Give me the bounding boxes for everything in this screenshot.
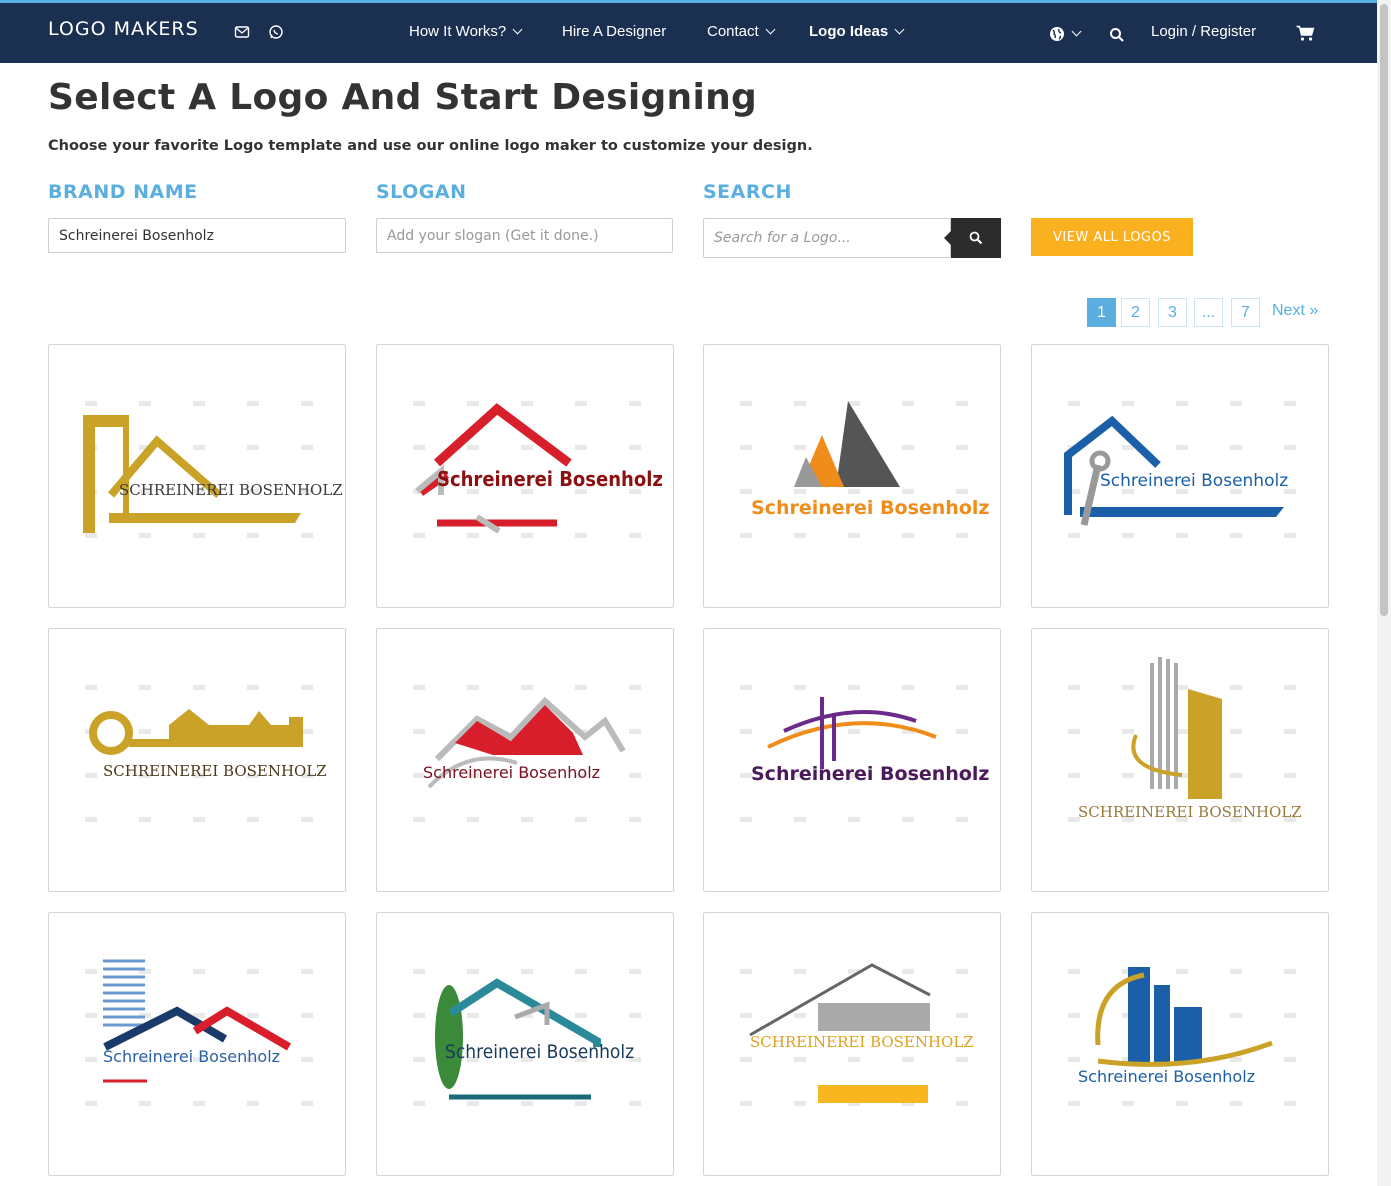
page-scrollbar[interactable] bbox=[1377, 0, 1391, 1186]
logo-brand-text: Schreinerei Bosenholz bbox=[1078, 1067, 1256, 1086]
logo-card[interactable]: Schreinerei Bosenholz bbox=[703, 628, 1001, 892]
logo-brand-text: Schreinerei Bosenholz bbox=[103, 1047, 281, 1066]
logo-card[interactable]: Schreinerei Bosenholz bbox=[1031, 912, 1329, 1176]
logo-card[interactable]: Schreinerei Bosenholz bbox=[376, 912, 674, 1176]
geometric-triangle-logo-art bbox=[794, 401, 900, 487]
chevron-down-icon bbox=[512, 24, 523, 35]
chevron-down-icon bbox=[894, 24, 905, 35]
slogan-input[interactable] bbox=[376, 218, 673, 253]
blue-skyline-logo-art bbox=[1095, 967, 1273, 1067]
nav-label: How It Works? bbox=[409, 23, 507, 40]
logo-search-input[interactable] bbox=[703, 218, 951, 258]
logo-card[interactable]: SCHREINEREI BOSENHOLZ bbox=[1031, 628, 1329, 892]
site-logo[interactable]: LOGO MAKERS bbox=[48, 18, 199, 40]
brand-name-input[interactable] bbox=[48, 218, 346, 253]
language-selector[interactable] bbox=[1049, 25, 1082, 42]
page-title: Select A Logo And Start Designing bbox=[48, 77, 758, 118]
logo-card[interactable]: Schreinerei Bosenholz bbox=[703, 344, 1001, 608]
cart-icon[interactable] bbox=[1296, 25, 1315, 42]
logo-card[interactable]: Schreinerei Bosenholz bbox=[1031, 344, 1329, 608]
view-all-logos-button[interactable]: VIEW ALL LOGOS bbox=[1031, 218, 1193, 256]
search-icon bbox=[969, 231, 983, 245]
logo-brand-text: Schreinerei Bosenholz bbox=[423, 763, 601, 782]
chevron-down-icon bbox=[765, 24, 776, 35]
gold-key-logo-art bbox=[89, 709, 303, 755]
logo-brand-text: Schreinerei Bosenholz bbox=[751, 763, 990, 785]
logo-card[interactable]: Schreinerei Bosenholz bbox=[376, 344, 674, 608]
brand-name-label: BRAND NAME bbox=[48, 181, 198, 203]
logo-brand-text: Schreinerei Bosenholz bbox=[751, 497, 990, 519]
logo-brand-text: SCHREINEREI BOSENHOLZ bbox=[750, 1033, 974, 1051]
logo-card[interactable]: SCHREINEREI BOSENHOLZ bbox=[48, 628, 346, 892]
next-page-link[interactable]: Next » bbox=[1272, 302, 1318, 320]
logo-brand-text: Schreinerei Bosenholz bbox=[445, 1041, 635, 1063]
double-roof-logo-art bbox=[103, 959, 292, 1083]
tower-building-logo-art bbox=[1131, 657, 1222, 799]
page-button-7[interactable]: 7 bbox=[1231, 298, 1260, 327]
logo-card[interactable]: SCHREINEREI BOSENHOLZ bbox=[703, 912, 1001, 1176]
red-roofs-logo-art bbox=[427, 696, 626, 789]
whatsapp-icon[interactable] bbox=[268, 24, 284, 40]
logo-card[interactable]: Schreinerei Bosenholz bbox=[376, 628, 674, 892]
login-register-link[interactable]: Login / Register bbox=[1151, 23, 1256, 40]
swoosh-lines-logo-art bbox=[767, 697, 937, 769]
page-button-1[interactable]: 1 bbox=[1087, 298, 1116, 327]
logo-brand-text: SCHREINEREI BOSENHOLZ bbox=[119, 481, 343, 499]
logo-brand-text: SCHREINEREI BOSENHOLZ bbox=[1078, 803, 1302, 821]
slogan-label: SLOGAN bbox=[376, 181, 467, 203]
scrollbar-thumb[interactable] bbox=[1380, 4, 1388, 616]
nav-label: Hire A Designer bbox=[562, 23, 667, 40]
logo-brand-text: SCHREINEREI BOSENHOLZ bbox=[103, 762, 327, 780]
chevron-down-icon bbox=[1071, 26, 1082, 37]
nav-hire-a-designer[interactable]: Hire A Designer bbox=[562, 23, 666, 40]
nav-label: Contact bbox=[707, 23, 759, 40]
top-navigation-bar: LOGO MAKERS How It Works? Hire A Designe… bbox=[0, 0, 1377, 63]
logo-brand-text: Schreinerei Bosenholz bbox=[1100, 471, 1289, 491]
page-button-3[interactable]: 3 bbox=[1158, 298, 1187, 327]
gold-house-logo-art bbox=[83, 415, 301, 533]
search-icon[interactable] bbox=[1109, 27, 1125, 43]
nav-contact[interactable]: Contact bbox=[707, 23, 776, 40]
globe-icon bbox=[1050, 27, 1064, 42]
search-button[interactable] bbox=[944, 218, 1001, 258]
logo-brand-text: Schreinerei Bosenholz bbox=[437, 467, 663, 491]
nav-logo-ideas[interactable]: Logo Ideas bbox=[809, 23, 905, 40]
page-subtitle: Choose your favorite Logo template and u… bbox=[48, 138, 813, 154]
logo-card[interactable]: Schreinerei Bosenholz bbox=[48, 912, 346, 1176]
page-button-2[interactable]: 2 bbox=[1121, 298, 1150, 327]
nav-label: Logo Ideas bbox=[809, 23, 889, 40]
search-label: SEARCH bbox=[703, 181, 792, 203]
nav-how-it-works[interactable]: How It Works? bbox=[409, 23, 523, 40]
logo-card[interactable]: SCHREINEREI BOSENHOLZ bbox=[48, 344, 346, 608]
page-ellipsis: ... bbox=[1194, 298, 1223, 327]
mail-icon[interactable] bbox=[234, 24, 250, 40]
